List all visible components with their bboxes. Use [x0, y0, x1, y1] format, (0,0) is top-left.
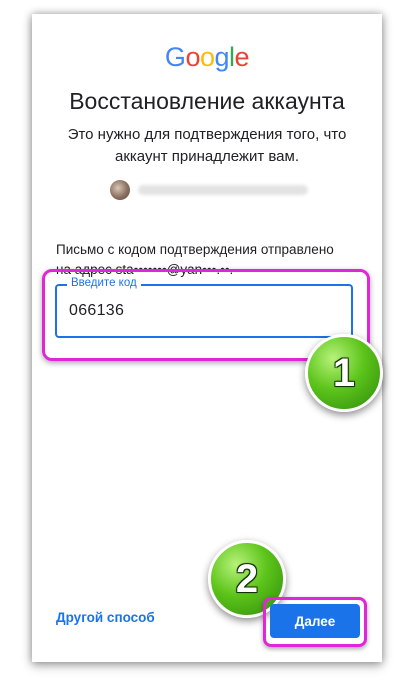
page-title: Восстановление аккаунта: [69, 88, 345, 114]
recovery-card: Google Восстановление аккаунта Это нужно…: [32, 14, 383, 662]
subtitle-line: аккаунт принадлежит вам.: [114, 148, 299, 165]
google-logo: Google: [32, 42, 382, 73]
next-button[interactable]: Далее: [270, 604, 360, 638]
logo-letter: g: [214, 42, 230, 72]
subtitle-line: Это нужно для подтверждения того, что: [67, 126, 347, 143]
blurred-email: [138, 185, 308, 195]
screen: Google Восстановление аккаунта Это нужно…: [0, 0, 413, 693]
logo-letter: e: [234, 42, 250, 72]
code-input-value[interactable]: 066136: [69, 302, 124, 320]
code-input-label: Введите код: [67, 277, 141, 289]
logo-letter: o: [199, 42, 215, 72]
account-chip[interactable]: [110, 179, 308, 201]
logo-letter: G: [164, 42, 186, 72]
avatar: [110, 180, 130, 200]
code-input[interactable]: Введите код 066136: [55, 277, 353, 338]
step-badge-1: 1: [305, 334, 383, 412]
logo-letter: o: [185, 42, 200, 72]
message-line: Письмо с кодом подтверждения отправлено: [56, 242, 334, 257]
page-subtitle: Это нужно для подтверждения того, что ак…: [32, 124, 382, 168]
other-way-link[interactable]: Другой способ: [56, 610, 155, 625]
